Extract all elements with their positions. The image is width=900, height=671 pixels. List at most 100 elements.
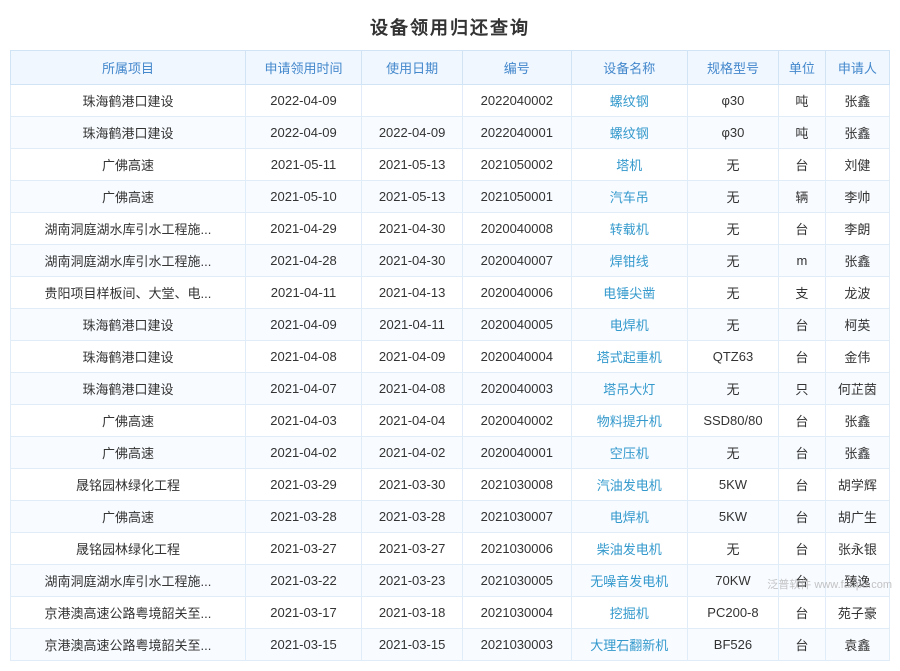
table-row[interactable]: 贵阳项目样板间、大堂、电...2021-04-112021-04-1320200… [11,277,890,309]
cell-link-0-4[interactable]: 螺纹钢 [610,94,649,109]
table-cell-14-4[interactable]: 柴油发电机 [571,533,687,565]
col-header-2: 使用日期 [362,51,463,85]
table-cell-12-5: 5KW [687,469,778,501]
table-cell-11-2: 2021-04-02 [362,437,463,469]
table-header: 所属项目申请领用时间使用日期编号设备名称规格型号单位申请人 [11,51,890,85]
table-row[interactable]: 湖南洞庭湖水库引水工程施...2021-04-282021-04-3020200… [11,245,890,277]
table-cell-9-1: 2021-04-07 [245,373,361,405]
table-cell-12-0: 晟铭园林绿化工程 [11,469,246,501]
table-cell-1-1: 2022-04-09 [245,117,361,149]
table-cell-14-1: 2021-03-27 [245,533,361,565]
table-cell-13-4[interactable]: 电焊机 [571,501,687,533]
table-row[interactable]: 晟铭园林绿化工程2021-03-272021-03-272021030006柴油… [11,533,890,565]
table-cell-10-7: 张鑫 [825,405,889,437]
table-row[interactable]: 珠海鹤港口建设2022-04-092022-04-092022040001螺纹钢… [11,117,890,149]
cell-link-1-4[interactable]: 螺纹钢 [610,126,649,141]
table-cell-6-7: 龙波 [825,277,889,309]
table-cell-4-2: 2021-04-30 [362,213,463,245]
table-row[interactable]: 广佛高速2021-03-282021-03-282021030007电焊机5KW… [11,501,890,533]
table-row[interactable]: 京港澳高速公路粤境韶关至...2021-03-152021-03-1520210… [11,629,890,661]
table-cell-9-3: 2020040003 [463,373,572,405]
table-row[interactable]: 广佛高速2021-04-032021-04-042020040002物料提升机S… [11,405,890,437]
table-row[interactable]: 珠海鹤港口建设2021-04-092021-04-112020040005电焊机… [11,309,890,341]
cell-link-5-4[interactable]: 焊钳线 [610,254,649,269]
table-cell-7-4[interactable]: 电焊机 [571,309,687,341]
table-cell-12-4[interactable]: 汽油发电机 [571,469,687,501]
table-cell-16-6: 台 [779,597,826,629]
table-cell-1-0: 珠海鹤港口建设 [11,117,246,149]
cell-link-6-4[interactable]: 电锤尖凿 [603,286,655,301]
table-cell-2-4[interactable]: 塔机 [571,149,687,181]
table-cell-8-3: 2020040004 [463,341,572,373]
table-cell-5-4[interactable]: 焊钳线 [571,245,687,277]
cell-link-17-4[interactable]: 大理石翻新机 [590,638,668,653]
table-row[interactable]: 广佛高速2021-05-112021-05-132021050002塔机无台刘健 [11,149,890,181]
table-container: 所属项目申请领用时间使用日期编号设备名称规格型号单位申请人 珠海鹤港口建设202… [0,50,900,671]
table-cell-10-0: 广佛高速 [11,405,246,437]
cell-link-4-4[interactable]: 转载机 [610,222,649,237]
table-cell-7-3: 2020040005 [463,309,572,341]
table-cell-10-1: 2021-04-03 [245,405,361,437]
table-cell-0-3: 2022040002 [463,85,572,117]
table-cell-2-3: 2021050002 [463,149,572,181]
table-cell-10-4[interactable]: 物料提升机 [571,405,687,437]
table-cell-3-3: 2021050001 [463,181,572,213]
table-row[interactable]: 京港澳高速公路粤境韶关至...2021-03-172021-03-1820210… [11,597,890,629]
table-cell-17-5: BF526 [687,629,778,661]
table-cell-11-1: 2021-04-02 [245,437,361,469]
table-cell-6-3: 2020040006 [463,277,572,309]
cell-link-11-4[interactable]: 空压机 [610,446,649,461]
table-cell-16-4[interactable]: 挖掘机 [571,597,687,629]
table-cell-8-1: 2021-04-08 [245,341,361,373]
table-cell-17-4[interactable]: 大理石翻新机 [571,629,687,661]
table-cell-6-4[interactable]: 电锤尖凿 [571,277,687,309]
table-cell-15-1: 2021-03-22 [245,565,361,597]
table-cell-8-0: 珠海鹤港口建设 [11,341,246,373]
table-cell-11-4[interactable]: 空压机 [571,437,687,469]
table-row[interactable]: 广佛高速2021-04-022021-04-022020040001空压机无台张… [11,437,890,469]
table-cell-11-7: 张鑫 [825,437,889,469]
table-cell-4-4[interactable]: 转载机 [571,213,687,245]
table-cell-15-0: 湖南洞庭湖水库引水工程施... [11,565,246,597]
table-cell-0-4[interactable]: 螺纹钢 [571,85,687,117]
cell-link-2-4[interactable]: 塔机 [616,158,642,173]
table-cell-9-4[interactable]: 塔吊大灯 [571,373,687,405]
table-row[interactable]: 珠海鹤港口建设2021-04-082021-04-092020040004塔式起… [11,341,890,373]
table-cell-0-1: 2022-04-09 [245,85,361,117]
table-cell-3-4[interactable]: 汽车吊 [571,181,687,213]
cell-link-8-4[interactable]: 塔式起重机 [597,350,662,365]
table-cell-0-6: 吨 [779,85,826,117]
cell-link-16-4[interactable]: 挖掘机 [610,606,649,621]
table-cell-12-6: 台 [779,469,826,501]
cell-link-10-4[interactable]: 物料提升机 [597,414,662,429]
table-cell-6-1: 2021-04-11 [245,277,361,309]
table-cell-1-4[interactable]: 螺纹钢 [571,117,687,149]
cell-link-3-4[interactable]: 汽车吊 [610,190,649,205]
table-row[interactable]: 广佛高速2021-05-102021-05-132021050001汽车吊无辆李… [11,181,890,213]
table-cell-17-0: 京港澳高速公路粤境韶关至... [11,629,246,661]
col-header-0: 所属项目 [11,51,246,85]
table-cell-5-6: m [779,245,826,277]
cell-link-13-4[interactable]: 电焊机 [610,510,649,525]
cell-link-15-4[interactable]: 无噪音发电机 [590,574,668,589]
table-row[interactable]: 湖南洞庭湖水库引水工程施...2021-03-222021-03-2320210… [11,565,890,597]
table-row[interactable]: 珠海鹤港口建设2021-04-072021-04-082020040003塔吊大… [11,373,890,405]
table-cell-10-3: 2020040002 [463,405,572,437]
table-cell-17-6: 台 [779,629,826,661]
table-cell-8-4[interactable]: 塔式起重机 [571,341,687,373]
table-row[interactable]: 珠海鹤港口建设2022-04-092022040002螺纹钢φ30吨张鑫 [11,85,890,117]
table-cell-13-6: 台 [779,501,826,533]
cell-link-14-4[interactable]: 柴油发电机 [597,542,662,557]
table-row[interactable]: 晟铭园林绿化工程2021-03-292021-03-302021030008汽油… [11,469,890,501]
cell-link-12-4[interactable]: 汽油发电机 [597,478,662,493]
cell-link-9-4[interactable]: 塔吊大灯 [603,382,655,397]
table-row[interactable]: 湖南洞庭湖水库引水工程施...2021-04-292021-04-3020200… [11,213,890,245]
page-title: 设备领用归还查询 [0,0,900,50]
table-cell-5-2: 2021-04-30 [362,245,463,277]
table-cell-2-7: 刘健 [825,149,889,181]
cell-link-7-4[interactable]: 电焊机 [610,318,649,333]
table-cell-8-5: QTZ63 [687,341,778,373]
table-cell-15-4[interactable]: 无噪音发电机 [571,565,687,597]
table-cell-17-3: 2021030003 [463,629,572,661]
table-cell-5-3: 2020040007 [463,245,572,277]
